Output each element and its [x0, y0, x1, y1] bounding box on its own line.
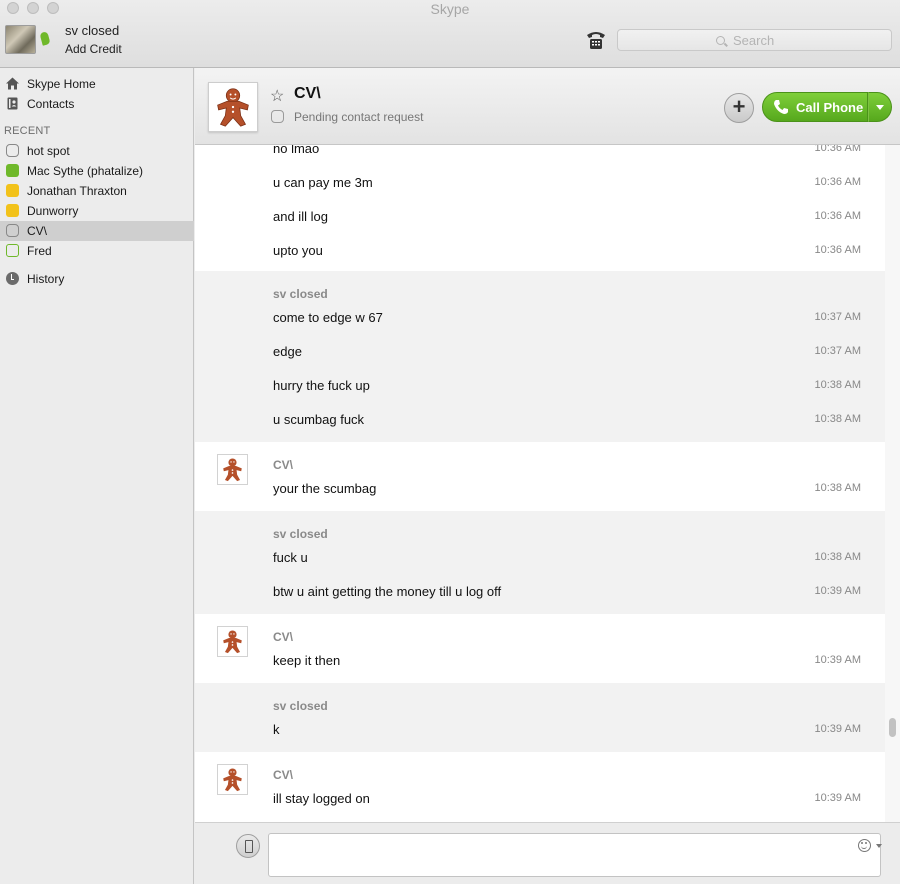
message-input[interactable]: [268, 833, 881, 877]
message-group: sv closed fuck u 10:38 AM btw u aint get…: [195, 511, 885, 614]
contacts-book-icon: [7, 97, 18, 110]
message-text: u scumbag fuck: [273, 412, 365, 427]
message-composer: [195, 822, 900, 884]
pending-status-icon: [271, 110, 284, 123]
message-timestamp: 10:39 AM: [814, 585, 861, 597]
gingerbread-man-icon[interactable]: [217, 764, 248, 795]
gingerbread-man-icon[interactable]: [217, 626, 248, 657]
message-scrollbar-thumb[interactable]: [889, 718, 896, 737]
online-status-icon: [6, 164, 19, 177]
message-sender: sv closed: [273, 527, 328, 541]
dial-pad-icon[interactable]: [585, 30, 607, 50]
chevron-down-icon[interactable]: [876, 844, 882, 848]
message-text: keep it then: [273, 653, 341, 668]
sidebar-item-contacts[interactable]: Contacts: [0, 94, 194, 114]
recent-item-fred[interactable]: Fred: [0, 241, 194, 261]
message-timestamp: 10:37 AM: [814, 311, 861, 323]
message-sender: CV\: [273, 630, 294, 644]
message-sender: CV\: [273, 458, 294, 472]
contact-status-text: Pending contact request: [294, 110, 424, 124]
message-group: CV\ keep it then 10:39 AM: [195, 614, 885, 683]
window-title: Skype: [430, 1, 470, 17]
message-text: hurry the fuck up: [273, 378, 370, 393]
conversation-title: CV\: [294, 85, 321, 102]
pending-status-icon: [6, 224, 19, 237]
call-options-dropdown[interactable]: [868, 92, 892, 122]
gingerbread-man-icon: [217, 88, 249, 127]
message-timestamp: 10:36 AM: [814, 210, 861, 222]
emoticon-icon[interactable]: [858, 839, 871, 852]
message-timestamp: 10:38 AM: [814, 413, 861, 425]
message-group: sv closed come to edge w 67 10:37 AM edg…: [195, 271, 885, 442]
recent-header: RECENT: [4, 125, 51, 137]
message-timestamp: 10:39 AM: [814, 654, 861, 666]
message-timestamp: 10:38 AM: [814, 482, 861, 494]
profile-name[interactable]: sv closed: [65, 23, 119, 38]
message-group: CV\ ill stay logged on 10:39 AM: [195, 752, 885, 822]
my-avatar[interactable]: [5, 25, 36, 54]
message-text: and ill log: [273, 209, 328, 224]
sidebar: Skype Home Contacts RECENT hot spot Mac …: [0, 68, 194, 884]
call-phone-button[interactable]: Call Phone: [762, 92, 868, 122]
message-group: no lmao 10:36 AM u can pay me 3m 10:36 A…: [195, 145, 885, 271]
add-participants-button[interactable]: +: [724, 93, 754, 123]
message-sender: CV\: [273, 768, 294, 782]
message-text: come to edge w 67: [273, 310, 383, 325]
recent-item-dunworry[interactable]: Dunworry: [0, 201, 194, 221]
message-timestamp: 10:37 AM: [814, 345, 861, 357]
favorite-star-icon[interactable]: ☆: [270, 86, 284, 106]
online-status-icon[interactable]: [39, 31, 51, 46]
away-status-icon: [6, 184, 19, 197]
message-text: edge: [273, 344, 302, 359]
search-placeholder: Search: [733, 33, 775, 48]
recent-item-cv[interactable]: CV\: [0, 221, 194, 241]
contact-avatar[interactable]: [208, 82, 258, 132]
call-phone-label: Call Phone: [796, 100, 864, 115]
search-icon: [716, 36, 725, 45]
message-text: upto you: [273, 243, 323, 258]
sidebar-item-skype-home[interactable]: Skype Home: [0, 74, 194, 94]
phone-handset-icon: [774, 100, 788, 114]
title-toolbar: Skype sv closed Add Credit Search: [0, 0, 900, 68]
message-text: btw u aint getting the money till u log …: [273, 584, 502, 599]
message-timestamp: 10:38 AM: [814, 379, 861, 391]
message-text: u can pay me 3m: [273, 175, 373, 190]
message-timestamp: 10:39 AM: [814, 723, 861, 735]
message-timestamp: 10:36 AM: [814, 176, 861, 188]
add-credit-link[interactable]: Add Credit: [65, 42, 122, 56]
message-history[interactable]: no lmao 10:36 AM u can pay me 3m 10:36 A…: [195, 145, 885, 822]
clock-icon: [6, 272, 19, 285]
sms-mode-button[interactable]: [236, 834, 260, 858]
recent-item-jonathan-thraxton[interactable]: Jonathan Thraxton: [0, 181, 194, 201]
message-text: ill stay logged on: [273, 791, 370, 806]
recent-item-mac-sythe[interactable]: Mac Sythe (phatalize): [0, 161, 194, 181]
message-text: k: [273, 722, 280, 737]
pending-status-icon: [6, 144, 19, 157]
message-text: fuck u: [273, 550, 308, 565]
away-status-icon: [6, 204, 19, 217]
conversation-header: ☆ CV\ Pending contact request + Call Pho…: [195, 68, 900, 145]
message-group: sv closed k 10:39 AM: [195, 683, 885, 752]
message-sender: sv closed: [273, 699, 328, 713]
offline-status-icon: [6, 244, 19, 257]
message-timestamp: 10:38 AM: [814, 551, 861, 563]
home-icon: [6, 77, 19, 90]
message-text: your the scumbag: [273, 481, 377, 496]
search-input[interactable]: Search: [617, 29, 892, 51]
recent-item-hot-spot[interactable]: hot spot: [0, 141, 194, 161]
message-timestamp: 10:39 AM: [814, 792, 861, 804]
message-group: CV\ your the scumbag 10:38 AM: [195, 442, 885, 511]
message-timestamp: 10:36 AM: [814, 244, 861, 256]
gingerbread-man-icon[interactable]: [217, 454, 248, 485]
sidebar-item-history[interactable]: History: [0, 269, 194, 289]
message-text: no lmao: [273, 145, 320, 156]
message-timestamp: 10:36 AM: [814, 145, 861, 154]
message-sender: sv closed: [273, 287, 328, 301]
